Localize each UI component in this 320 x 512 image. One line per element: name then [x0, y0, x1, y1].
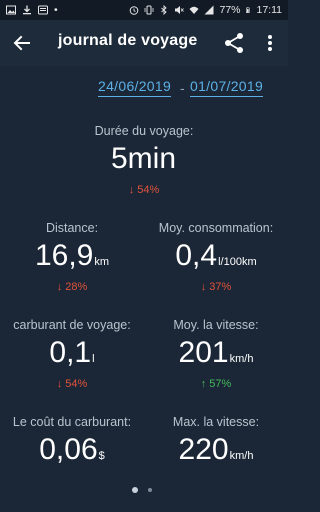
stat-number: 201	[178, 336, 229, 369]
stat-change: ↓ 28%	[56, 281, 88, 293]
mute-icon	[175, 6, 185, 14]
stat-duration: Durée du voyage: 5min ↓ 54%	[44, 124, 244, 196]
stat-label: carburant de voyage:	[13, 318, 131, 332]
battery-icon	[245, 7, 250, 13]
vibrate-icon	[145, 5, 154, 15]
stat-number: 0,4	[175, 239, 218, 272]
page-indicator[interactable]	[0, 486, 288, 494]
stat-label: Moy. la vitesse:	[173, 318, 259, 332]
stat-label: Distance:	[45, 221, 99, 235]
stat-value: 5min	[44, 142, 244, 182]
stat-fuel-cost: Le coût du carburant: 0,06$	[0, 415, 144, 473]
stat-number: 0,1	[49, 336, 92, 369]
stat-number: 220	[178, 433, 229, 466]
stat-label: Max. la vitesse:	[172, 415, 260, 429]
stat-unit: $	[98, 450, 105, 462]
more-options-icon[interactable]	[262, 31, 278, 55]
stat-change: ↓ 54%	[56, 378, 88, 390]
clock: 17:11	[256, 4, 283, 16]
date-separator: -	[180, 80, 185, 96]
alarm-icon	[130, 6, 139, 15]
stat-value: 201km/h	[144, 336, 288, 376]
stat-distance: Distance: 16,9km ↓ 28%	[0, 221, 144, 293]
stat-change: ↓ 37%	[200, 281, 232, 293]
app-bar: journal de voyage	[0, 20, 288, 66]
stat-unit: l/100km	[218, 256, 257, 268]
stat-number: 0,06	[39, 433, 98, 466]
wifi-icon	[189, 6, 199, 14]
stat-value: 0,06$	[0, 433, 144, 473]
media-notification-icon	[38, 5, 48, 15]
page-title: journal de voyage	[58, 32, 198, 49]
stat-max-speed: Max. la vitesse: 220km/h	[144, 415, 288, 473]
stat-label: Moy. consommation:	[158, 221, 274, 235]
stat-label: Le coût du carburant:	[12, 415, 132, 429]
stat-value: 220km/h	[144, 433, 288, 473]
page-dot[interactable]	[148, 488, 152, 492]
notification-dot: •	[54, 4, 58, 16]
stat-value: 0,4l/100km	[144, 239, 288, 279]
stat-unit: km/h	[229, 353, 254, 365]
share-icon[interactable]	[222, 31, 246, 55]
download-icon	[23, 5, 31, 15]
stat-label: Durée du voyage:	[94, 124, 194, 138]
stat-fuel: carburant de voyage: 0,1l ↓ 54%	[0, 318, 144, 390]
stat-value: 16,9km	[0, 239, 144, 279]
stat-number: 5min	[110, 142, 177, 175]
stat-unit: l	[92, 353, 95, 365]
battery-percent: 77%	[219, 4, 241, 16]
stat-value: 0,1l	[0, 336, 144, 376]
stat-unit: km/h	[229, 450, 254, 462]
stat-number: 16,9	[34, 239, 94, 272]
bluetooth-icon	[161, 5, 168, 15]
stat-average-speed: Moy. la vitesse: 201km/h ↑ 57%	[144, 318, 288, 390]
stat-unit: km	[94, 256, 110, 268]
signal-icon	[204, 5, 214, 15]
date-range: 24/06/2019 - 01/07/2019	[0, 78, 288, 102]
end-date-picker[interactable]: 01/07/2019	[190, 78, 264, 97]
start-date-picker[interactable]: 24/06/2019	[98, 78, 172, 97]
stat-consumption: Moy. consommation: 0,4l/100km ↓ 37%	[144, 221, 288, 293]
status-bar: • 77% 17:11	[0, 0, 288, 20]
page-dot-active[interactable]	[132, 487, 138, 493]
stat-change: ↓ 54%	[128, 184, 160, 196]
back-arrow-icon[interactable]	[10, 31, 34, 55]
stat-change: ↑ 57%	[200, 378, 232, 390]
image-notification-icon	[6, 5, 16, 15]
